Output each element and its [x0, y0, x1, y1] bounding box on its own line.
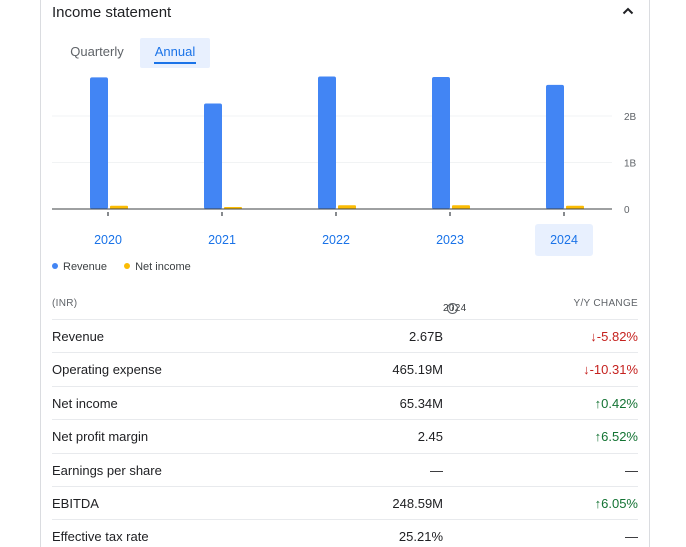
row-change-value: —	[625, 462, 638, 478]
row-value: 248.59M	[392, 495, 443, 511]
revenue-bar	[546, 84, 564, 209]
table-row: EBITDA 248.59M ↑6.05%	[52, 485, 638, 519]
table-row: Net profit margin 2.45 ↑6.52%	[52, 419, 638, 452]
row-label: Net income	[52, 395, 118, 411]
row-change: ↓-5.82%	[590, 329, 638, 344]
row-change-value: -5.82%	[596, 329, 638, 344]
row-change: ↑0.42%	[595, 396, 638, 411]
row-change: ↓-10.31%	[583, 362, 638, 377]
row-label: EBITDA	[52, 495, 99, 511]
row-change: ↑6.52%	[595, 429, 638, 444]
x-tick-label[interactable]: 2023	[436, 233, 464, 247]
x-tick-label[interactable]: 2020	[94, 233, 122, 247]
row-change-value: 0.42%	[601, 395, 638, 411]
income-chart: 2B 1B 0 2020 2021 2022 2023 2024	[52, 76, 637, 256]
y-tick-label: 0	[624, 205, 630, 216]
table-row: Net income 65.34M ↑0.42%	[52, 385, 638, 419]
header-currency: (INR)	[52, 298, 78, 309]
legend-label-net-income: Net income	[135, 261, 191, 273]
row-change-value: 6.52%	[601, 429, 638, 445]
legend-dot-net-income	[124, 263, 131, 269]
table-row: Operating expense 465.19M ↓-10.31%	[52, 352, 638, 385]
row-value: —	[430, 462, 443, 478]
chart-legend: Revenue Net income	[52, 261, 205, 275]
income-table: (INR) 2024 i Y/Y CHANGE Revenue 2.67B ↓-5.8…	[52, 293, 638, 547]
revenue-bar	[204, 103, 222, 209]
row-label: Revenue	[52, 329, 105, 344]
row-change-value: 6.05%	[601, 495, 638, 511]
row-change: —	[625, 529, 638, 544]
net-income-bar	[452, 205, 470, 209]
row-label: Earnings per share	[52, 462, 162, 478]
info-icon[interactable]: i	[447, 303, 458, 314]
revenue-bar	[90, 77, 108, 209]
row-label: Net profit margin	[52, 429, 149, 445]
revenue-bar	[318, 76, 336, 209]
row-value: 2.67B	[409, 329, 443, 344]
y-tick-label: 2B	[624, 112, 637, 123]
row-label: Operating expense	[52, 362, 162, 378]
x-tick-label[interactable]: 2022	[322, 233, 350, 247]
revenue-bar	[432, 76, 450, 209]
x-tick-label[interactable]: 2024	[550, 233, 578, 247]
table-row: Earnings per share — —	[52, 452, 638, 486]
table-row: Revenue 2.67B ↓-5.82%	[52, 319, 638, 352]
table-row: Effective tax rate 25.21% —	[52, 519, 638, 547]
legend-item-revenue: Revenue	[52, 261, 107, 273]
row-label: Effective tax rate	[52, 529, 149, 545]
net-income-bar	[338, 205, 356, 209]
row-change: —	[625, 463, 638, 478]
row-value: 2.45	[417, 429, 443, 445]
row-change-value: -10.31%	[589, 362, 638, 378]
legend-label-revenue: Revenue	[63, 261, 108, 273]
row-value: 65.34M	[399, 395, 443, 411]
y-tick-label: 1B	[624, 159, 637, 170]
row-value: 465.19M	[392, 362, 443, 378]
row-change: ↑6.05%	[595, 496, 638, 511]
row-value: 25.21%	[398, 529, 443, 545]
table-header: (INR) 2024 i Y/Y CHANGE	[52, 293, 638, 319]
x-tick-label[interactable]: 2021	[208, 233, 236, 247]
legend-item-net-income: Net income	[124, 261, 191, 273]
legend-dot-revenue	[52, 263, 58, 269]
row-change-value: —	[625, 529, 638, 545]
header-change: Y/Y CHANGE	[573, 298, 638, 309]
